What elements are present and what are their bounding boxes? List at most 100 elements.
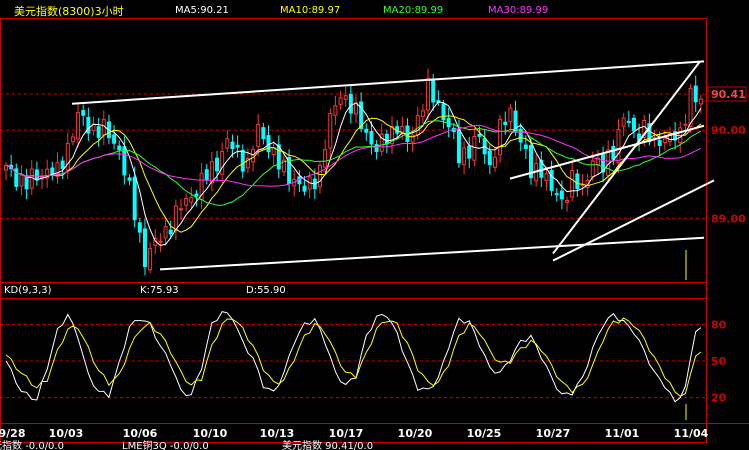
candle-body[interactable] [559,190,564,200]
candle-body[interactable] [19,174,24,187]
trendline-2[interactable] [159,236,705,271]
candle-body[interactable] [189,196,194,203]
candle-body[interactable] [431,78,436,103]
candle-body[interactable] [544,173,549,182]
candle-body[interactable] [420,110,425,117]
candle-body[interactable] [698,98,703,105]
candle-body[interactable] [683,123,688,126]
candle-body[interactable] [343,95,348,100]
candle-body[interactable] [456,129,461,164]
candle-body[interactable] [168,229,173,235]
candle-body[interactable] [215,157,220,172]
candle-body[interactable] [621,117,626,127]
candle-body[interactable] [148,248,153,271]
candle-body[interactable] [606,149,611,176]
candle-body[interactable] [256,124,261,147]
x-axis-tick: 10/10 [193,427,228,440]
candle-body[interactable] [693,85,698,103]
candle-body[interactable] [338,97,343,105]
candle-body[interactable] [472,135,477,161]
candle-body[interactable] [76,112,81,140]
candle-body[interactable] [194,193,199,197]
candle-body[interactable] [184,197,189,206]
candle-body[interactable] [631,117,636,132]
candle-body[interactable] [565,200,570,203]
chart-window[interactable]: 89.00 90.00 90.41 80 50 20 9/28 10/03 10/06 10/10… [0,0,749,450]
candle-body[interactable] [374,144,379,153]
candle-body[interactable] [173,205,178,231]
candle-body[interactable] [24,175,29,190]
candle-body[interactable] [477,133,482,137]
candle-body[interactable] [415,115,420,136]
ma30-label: MA30:89.99 [488,5,549,16]
candle-body[interactable] [523,144,528,149]
candle-body[interactable] [179,208,183,211]
candle-body[interactable] [492,156,497,168]
candle-body[interactable] [96,126,101,138]
kd-axis-tick: 80 [711,318,727,331]
candle-body[interactable] [34,169,39,181]
candle-body[interactable] [158,240,163,243]
candle-body[interactable] [333,105,338,116]
candle-body[interactable] [570,170,575,198]
candle-body[interactable] [369,131,374,145]
status-item-lme-copper[interactable]: LME铜3Q -0.0/0.0 [122,440,209,450]
candle-body[interactable] [503,121,508,126]
candle-body[interactable] [590,160,595,178]
candle-body[interactable] [235,144,240,148]
candle-body[interactable] [626,120,631,123]
status-item-usd-index-2[interactable]: 美元指数 90.41/0.0 [282,440,373,450]
candle-body[interactable] [60,160,65,169]
ma5-label: MA5:90.21 [175,5,229,16]
candle-body[interactable] [163,226,168,239]
candle-body[interactable] [225,138,230,149]
candle-body[interactable] [426,77,431,111]
candle-body[interactable] [127,177,132,181]
candle-body[interactable] [204,169,209,181]
x-axis-tick: 10/13 [260,427,295,440]
candle-body[interactable] [323,149,328,168]
candle-body[interactable] [328,113,333,149]
candle-body[interactable] [86,116,91,134]
candle-body[interactable] [611,145,616,160]
candle-body[interactable] [549,170,554,191]
candle-body[interactable] [230,141,235,150]
candle-body[interactable] [364,128,369,133]
candle-body[interactable] [317,164,322,188]
candle-body[interactable] [657,140,662,146]
candle-body[interactable] [467,145,472,159]
candle-body[interactable] [240,149,245,172]
candle-body[interactable] [112,134,117,144]
candle-body[interactable] [142,228,147,267]
candle-body[interactable] [487,150,492,166]
candle-body[interactable] [65,142,70,171]
candle-body[interactable] [616,129,621,164]
candle-body[interactable] [554,193,559,196]
status-item-usd-index[interactable]: 元指数 -0.0/0.0 [0,440,64,450]
candle-body[interactable] [266,135,271,153]
trendline-1[interactable] [71,60,705,105]
candle-body[interactable] [662,138,667,144]
price-axis-tick: 89.00 [711,212,746,225]
candle-body[interactable] [251,148,256,163]
candle-body[interactable] [441,103,446,121]
candle-body[interactable] [220,150,225,175]
candle-body[interactable] [117,145,122,151]
candle-body[interactable] [137,222,142,233]
x-axis-tick: 10/17 [329,427,364,440]
candle-body[interactable] [132,176,137,221]
candle-body[interactable] [70,136,75,143]
candle-body[interactable] [348,93,353,114]
candle-body[interactable] [446,117,451,128]
candle-body[interactable] [462,147,467,166]
x-axis-tick: 9/28 [0,427,25,440]
candle-body[interactable] [498,118,503,156]
candle-body[interactable] [508,107,513,123]
candle-body[interactable] [261,127,266,140]
candle-body[interactable] [575,173,580,189]
candle-body[interactable] [81,110,86,116]
stock-chart-svg[interactable]: 89.00 90.00 90.41 80 50 20 9/28 10/03 10/06 10/10… [0,0,749,450]
candle-body[interactable] [384,133,389,145]
candle-body[interactable] [302,185,307,192]
x-axis-tick: 11/01 [605,427,640,440]
